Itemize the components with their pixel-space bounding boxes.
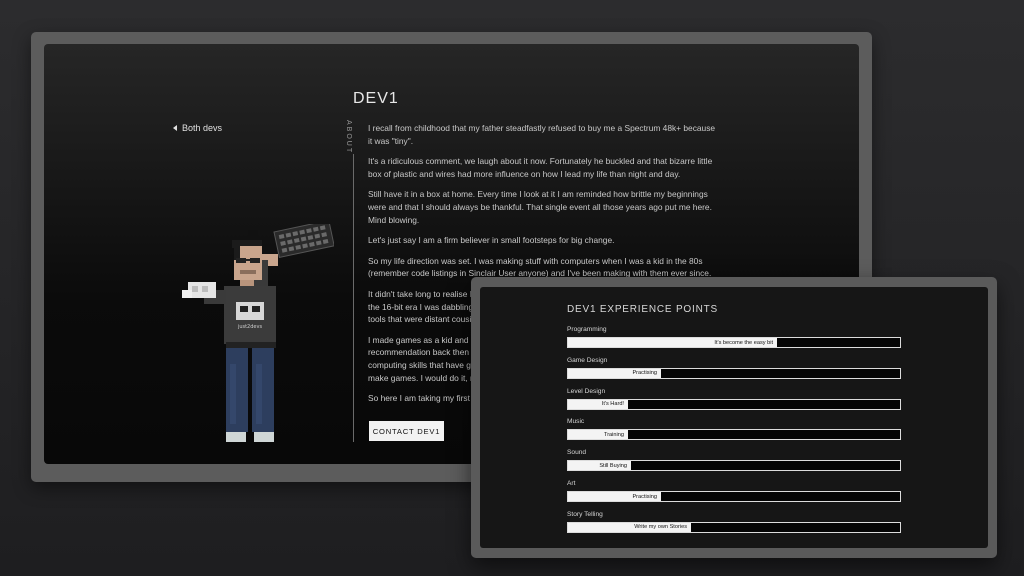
skill-bar: It's Hard! [567,398,901,410]
skill-status: Training [603,431,624,438]
skill-bar-fill: Write my own Stories [568,522,691,532]
skill-bar-fill: Still Buying [568,461,631,471]
about-side-label: ABOUT [345,120,352,155]
skill-bar: It's become the easy bit [567,337,901,348]
experience-screen: DEV1 EXPERIENCE POINTS Programming It's b… [480,287,988,548]
experience-window: DEV1 EXPERIENCE POINTS Programming It's b… [471,277,997,558]
bio-paragraph: Let's just say I am a firm believer in s… [368,235,615,246]
skill-bar: Still Buying [567,460,901,472]
skill-bar: Write my own Stories [567,521,901,533]
skill-label: Game Design [567,356,608,364]
skill-status: Write my own Stories [634,524,687,531]
bio-paragraph: I recall from childhood that my father s… [368,123,716,146]
skill-label: Sound [567,449,587,457]
skill-label: Story Telling [567,510,603,518]
shirt-text: just2devs [237,324,263,330]
contact-dev1-button[interactable]: CONTACT DEV1 [369,421,444,441]
voxel-character-illustration: just2devs [182,224,334,442]
skill-status: It's Hard! [601,401,624,408]
skill-bar-fill: Training [568,430,628,440]
experience-title: DEV1 EXPERIENCE POINTS [567,304,718,315]
skill-status: Practising [632,493,657,500]
both-devs-link[interactable]: Both devs [173,123,222,133]
skill-bar-fill: It's become the easy bit [568,338,777,347]
skill-bar: Training [567,429,901,441]
skill-bar: Practising [567,491,901,502]
caret-left-icon [173,125,177,131]
skill-label: Level Design [567,387,606,395]
skill-status: Still Buying [599,462,627,469]
skill-bar-fill: It's Hard! [568,399,628,409]
skill-label: Music [567,418,585,426]
about-divider [353,154,354,442]
skill-label: Art [567,480,576,487]
bio-paragraph: It's a ridiculous comment, we laugh abou… [368,156,713,179]
skill-bar-fill: Practising [568,368,661,378]
page-title: DEV1 [353,90,399,107]
both-devs-label: Both devs [182,123,223,133]
skill-bar-fill: Practising [568,492,661,501]
bio-paragraph: Still have it in a box at home. Every ti… [368,189,712,225]
skill-bar: Practising [567,367,901,379]
skill-label: Programming [567,326,607,333]
skill-status: It's become the easy bit [714,339,773,346]
skill-status: Practising [632,370,657,377]
